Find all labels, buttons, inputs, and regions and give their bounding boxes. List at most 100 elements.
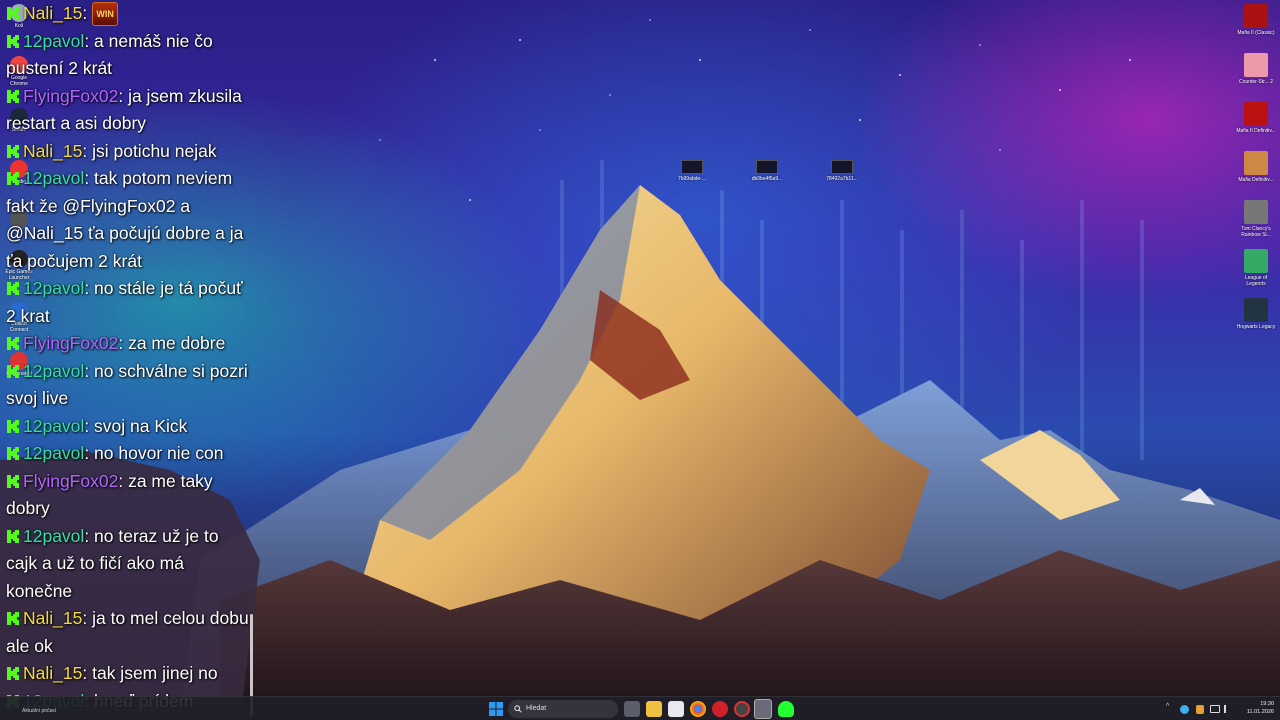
desktop-file-icon[interactable]: 7b99abde-... — [670, 160, 714, 182]
chat-message-text: no hovor nie con — [94, 443, 224, 463]
chat-separator: : — [84, 415, 95, 436]
kick-badge-icon — [7, 7, 19, 20]
desktop-icon-right[interactable]: Hogwarts Legacy — [1236, 298, 1276, 330]
search-icon — [514, 705, 522, 713]
image-file-icon — [831, 160, 853, 174]
desktop-file-label: 7b99abde-... — [677, 176, 707, 182]
desktop-file-icon[interactable]: db0be4f5a9... — [745, 160, 789, 182]
mafia-icon — [1244, 4, 1268, 28]
chat-message: 12pavol: no hovor nie con — [6, 440, 252, 468]
kick-badge-icon — [7, 34, 19, 48]
chat-message: Nali_15: WIN — [6, 0, 252, 28]
desktop-icon-right[interactable]: Mafia Definitiv... — [1236, 151, 1276, 183]
chat-username[interactable]: 12pavol — [23, 443, 84, 463]
tray-overflow-chevron-icon[interactable]: ^ — [1166, 703, 1169, 710]
chat-message-text: jsi potichu nejak — [92, 140, 217, 161]
kick-badge-icon — [7, 612, 19, 625]
tray-app-icon[interactable] — [1180, 705, 1189, 714]
kick-badge-icon — [7, 529, 19, 543]
windows-start-button[interactable] — [488, 701, 504, 717]
kick-badge-icon — [7, 419, 19, 433]
chat-separator: : — [82, 140, 93, 161]
microphone-icon[interactable] — [1196, 705, 1204, 714]
chat-separator: : — [118, 470, 129, 491]
chrome-icon[interactable] — [690, 701, 706, 717]
chat-username[interactable]: FlyingFox02 — [23, 471, 118, 491]
volume-icon[interactable] — [1224, 705, 1234, 713]
chat-message: 12pavol: no schválne si pozri svoj live — [6, 358, 252, 413]
desktop-file-icon[interactable]: 78492a7b11... — [820, 160, 864, 182]
chat-separator: : — [84, 278, 95, 298]
chat-username[interactable]: Nali_15 — [23, 608, 82, 628]
chat-separator: : — [84, 360, 95, 381]
chat-username[interactable]: 12pavol — [23, 278, 84, 298]
chat-message-text: svoj na Kick — [94, 415, 188, 436]
taskbar-clock[interactable]: 19:30 11.01.2026 — [1240, 700, 1274, 716]
chat-separator: : — [84, 30, 95, 51]
chat-username[interactable]: Nali_15 — [23, 3, 82, 23]
chat-username[interactable]: Nali_15 — [23, 663, 82, 683]
desktop-icon-right[interactable]: Counter-Str... 2 — [1236, 53, 1276, 85]
chat-message: Nali_15: ja to mel celou dobu ale ok — [6, 605, 252, 660]
chat-username[interactable]: FlyingFox02 — [23, 333, 118, 353]
chat-separator: : — [82, 663, 93, 683]
chat-message: FlyingFox02: za me taky dobry — [6, 468, 252, 523]
chat-message: Nali_15: jsi potichu nejak — [6, 138, 252, 166]
chat-username[interactable]: 12pavol — [23, 526, 84, 546]
chat-username[interactable]: 12pavol — [23, 416, 84, 436]
kick-badge-icon — [7, 364, 19, 378]
desktop-icon-right[interactable]: League of Legends — [1236, 249, 1276, 287]
chat-username[interactable]: 12pavol — [23, 31, 84, 51]
desktop-icon-right[interactable]: Mafia II Definitiv... — [1236, 102, 1276, 134]
chat-message: 12pavol: no stále je tá počuť 2 krat — [6, 275, 252, 330]
desktop-file-label: db0be4f5a9... — [751, 176, 783, 182]
desktop-icon-label: Mafia Definitiv... — [1238, 177, 1274, 183]
chat-separator: : — [84, 443, 95, 463]
chat-message: FlyingFox02: ja jsem zkusila restart a a… — [6, 83, 252, 138]
windows-icon — [489, 702, 503, 716]
desktop-icon-right[interactable]: Mafia II (Classic) — [1236, 4, 1276, 36]
opera-icon[interactable] — [712, 701, 728, 717]
counter-strike-icon — [1244, 53, 1268, 77]
chat-overlay: Nali_15: WIN 12pavol: a nemáš nie čo pust… — [6, 0, 252, 715]
image-file-icon — [681, 160, 703, 174]
chat-message: 12pavol: no teraz už je to cajk a už to … — [6, 523, 252, 606]
store-icon[interactable] — [668, 701, 684, 717]
desktop-icon-label: Counter-Str... 2 — [1239, 79, 1273, 85]
kick-badge-icon — [7, 89, 19, 103]
desktop-icon-label: Mafia II (Classic) — [1237, 30, 1275, 36]
chat-message: 12pavol: svoj na Kick — [6, 413, 252, 441]
image-file-icon — [756, 160, 778, 174]
chat-username[interactable]: 12pavol — [23, 168, 84, 188]
network-icon[interactable] — [1210, 705, 1220, 713]
desktop-icon-label: Mafia II Definitiv... — [1236, 128, 1276, 134]
chat-separator: : — [118, 85, 129, 106]
chat-message-text: za me dobre — [128, 333, 226, 353]
clock-date: 11.01.2026 — [1246, 709, 1274, 715]
chat-username[interactable]: FlyingFox02 — [23, 86, 118, 106]
chat-username[interactable]: Nali_15 — [23, 141, 82, 161]
chat-separator: : — [82, 3, 93, 23]
weather-widget-label[interactable]: Aktuální počasí — [22, 708, 56, 714]
mafia-icon — [1244, 102, 1268, 126]
clock-time: 19:30 — [1260, 701, 1274, 707]
file-explorer-icon[interactable] — [646, 701, 662, 717]
taskbar-search-box[interactable]: Hledat — [508, 700, 618, 718]
chat-message: 12pavol: a nemáš nie čo pustení 2 krát — [6, 28, 252, 83]
chat-username[interactable]: 12pavol — [23, 361, 84, 381]
chat-separator: : — [82, 608, 93, 628]
task-view-icon[interactable] — [624, 701, 640, 717]
chat-message: FlyingFox02: za me dobre — [6, 330, 252, 358]
desktop-icon-right[interactable]: Tom Clancy's Rainbow Si... — [1236, 200, 1276, 238]
kick-badge-icon — [7, 447, 19, 460]
league-icon — [1244, 249, 1268, 273]
taskbar: Hledat ^ 19:30 11.01.2026 — [0, 696, 1280, 720]
desktop-icon-label: League of Legends — [1244, 275, 1268, 287]
chat-emote: WIN — [92, 2, 119, 27]
mafia-icon — [1244, 151, 1268, 175]
app-icon[interactable] — [734, 701, 750, 717]
kick-icon[interactable] — [778, 701, 794, 717]
chat-message: Nali_15: tak jsem jinej no — [6, 660, 252, 688]
obs-icon[interactable] — [754, 699, 772, 719]
chat-message-text: tak jsem jinej no — [92, 663, 218, 683]
